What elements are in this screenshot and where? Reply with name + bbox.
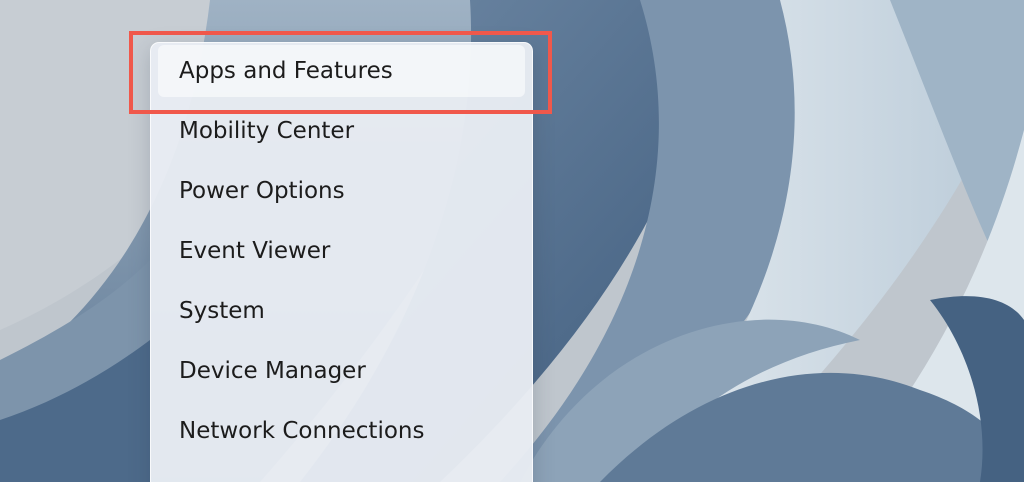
menu-item-mobility-center[interactable]: Mobility Center	[158, 105, 525, 157]
menu-item-device-manager[interactable]: Device Manager	[158, 345, 525, 397]
menu-item-event-viewer[interactable]: Event Viewer	[158, 225, 525, 277]
menu-item-label: Event Viewer	[179, 238, 331, 264]
menu-item-label: Power Options	[179, 178, 345, 204]
menu-item-apps-and-features[interactable]: Apps and Features	[158, 45, 525, 97]
menu-item-label: Device Manager	[179, 358, 366, 384]
winx-context-menu: Apps and Features Mobility Center Power …	[150, 42, 533, 482]
menu-item-network-connections[interactable]: Network Connections	[158, 405, 525, 457]
menu-item-power-options[interactable]: Power Options	[158, 165, 525, 217]
menu-item-label: System	[179, 298, 265, 324]
menu-item-label: Apps and Features	[179, 58, 393, 84]
menu-item-label: Network Connections	[179, 418, 425, 444]
menu-item-label: Mobility Center	[179, 118, 355, 144]
menu-item-system[interactable]: System	[158, 285, 525, 337]
